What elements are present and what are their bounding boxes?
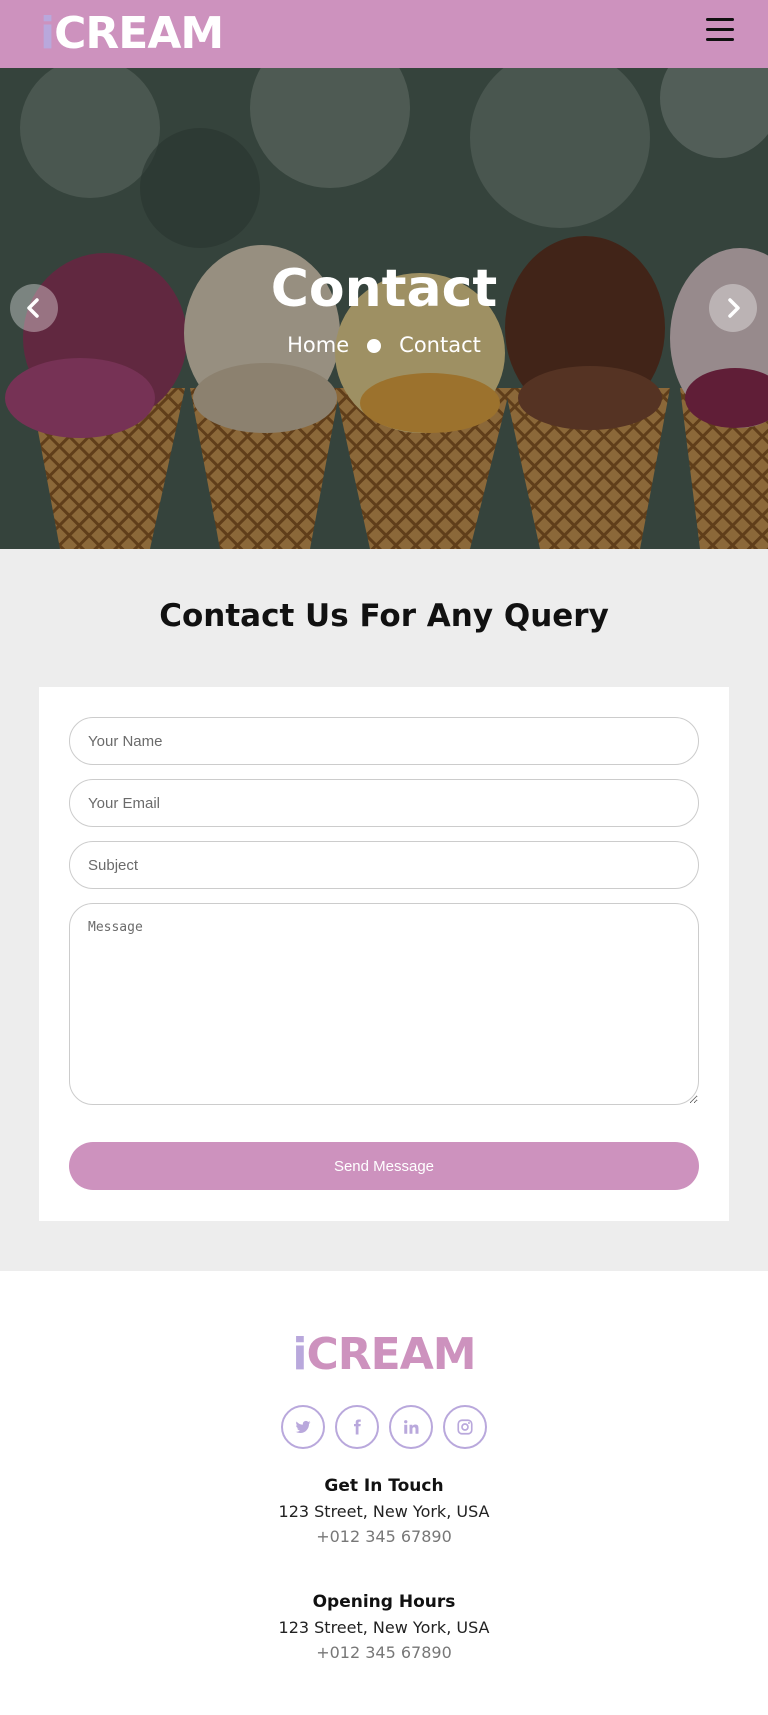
instagram-icon [457, 1419, 473, 1435]
facebook-link[interactable] [335, 1405, 379, 1449]
brand-logo-text: CREAM [54, 8, 224, 59]
brand-logo[interactable]: iCREAM [40, 8, 224, 60]
hamburger-menu-icon[interactable] [706, 18, 736, 46]
brand-logo-lead: i [40, 8, 55, 59]
linkedin-link[interactable] [389, 1405, 433, 1449]
facebook-icon [354, 1419, 361, 1435]
breadcrumb-current: Contact [399, 333, 481, 357]
send-message-button[interactable]: Send Message [69, 1142, 699, 1190]
twitter-link[interactable] [281, 1405, 325, 1449]
hero-banner: Contact Home Contact [0, 68, 768, 549]
footer: iCREAM Get In Touch 123 Street, New York… [0, 1271, 768, 1715]
twitter-icon [295, 1420, 311, 1434]
name-input[interactable] [69, 717, 699, 765]
contact-form: Send Message [39, 687, 729, 1221]
page-title: Contact [270, 259, 498, 319]
opening-hours-block: Opening Hours 123 Street, New York, USA … [0, 1589, 768, 1665]
navbar: iCREAM [0, 0, 768, 68]
opening-hours-address: 123 Street, New York, USA [278, 1618, 490, 1637]
breadcrumb: Home Contact [0, 330, 768, 360]
contact-section-title: Contact Us For Any Query [159, 598, 609, 634]
subject-input[interactable] [69, 841, 699, 889]
get-in-touch-block: Get In Touch 123 Street, New York, USA +… [0, 1473, 768, 1549]
footer-brand-logo-text: CREAM [306, 1329, 477, 1380]
get-in-touch-address: 123 Street, New York, USA [278, 1502, 490, 1521]
social-links [0, 1405, 768, 1449]
instagram-link[interactable] [443, 1405, 487, 1449]
get-in-touch-heading: Get In Touch [324, 1476, 444, 1496]
breadcrumb-separator-icon [367, 339, 382, 353]
breadcrumb-home-link[interactable]: Home [287, 333, 349, 357]
opening-hours-phone[interactable]: +012 345 67890 [0, 1640, 768, 1665]
message-textarea[interactable] [69, 903, 699, 1105]
opening-hours-heading: Opening Hours [312, 1592, 456, 1612]
footer-brand-logo-lead: i [292, 1329, 307, 1380]
footer-brand-logo[interactable]: iCREAM [0, 1329, 768, 1381]
get-in-touch-phone[interactable]: +012 345 67890 [0, 1524, 768, 1549]
email-input[interactable] [69, 779, 699, 827]
contact-section: Contact Us For Any Query Send Message [0, 549, 768, 1271]
linkedin-icon [404, 1420, 419, 1434]
